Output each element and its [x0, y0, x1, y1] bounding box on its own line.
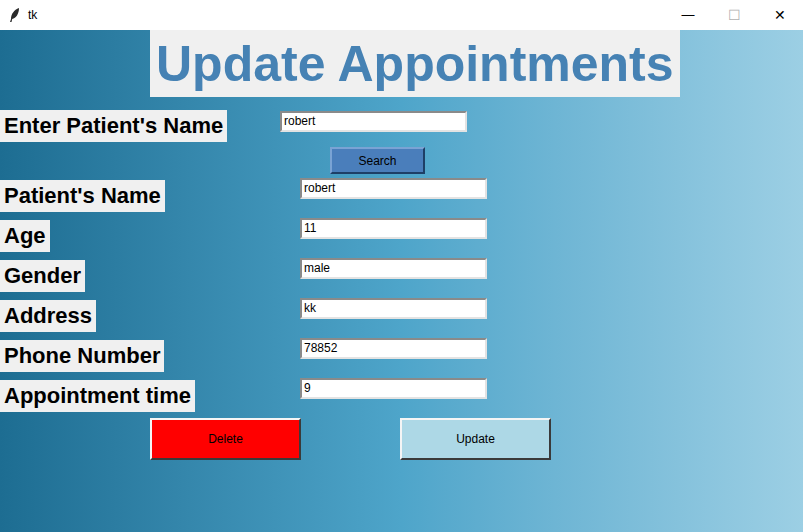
search-button[interactable]: Search	[330, 147, 425, 174]
field-row: Address kk	[0, 298, 803, 338]
delete-button[interactable]: Delete	[150, 418, 301, 460]
app-window: tk —☐✕ Update Appointments Enter Patient's …	[0, 0, 803, 532]
field-label: Address	[0, 300, 96, 332]
field-label: Appointment time	[0, 380, 195, 412]
field-row: Patient's Name robert	[0, 178, 803, 218]
window-title: tk	[28, 6, 37, 24]
field-label: Age	[0, 220, 50, 252]
search-input[interactable]: robert	[280, 111, 467, 132]
field-label: Enter Patient's Name	[0, 110, 227, 142]
field-input[interactable]: male	[300, 258, 487, 279]
field-row: Age 11	[0, 218, 803, 258]
field-label: Patient's Name	[0, 180, 165, 212]
field-row: Appointment time 9	[0, 378, 803, 418]
patient-fields: Patient's Name robert Age 11 Gender male Addre…	[0, 178, 803, 418]
title-bar: tk —☐✕	[0, 0, 803, 30]
feather-icon	[8, 7, 22, 23]
field-input[interactable]: robert	[300, 178, 487, 199]
search-row: Enter Patient's Name robert	[0, 110, 803, 142]
close-button[interactable]: ✕	[757, 0, 803, 30]
page-heading: Update Appointments	[150, 30, 680, 97]
field-row: Phone Number 78852	[0, 338, 803, 378]
background-photo: Update Appointments Enter Patient's Name r…	[0, 30, 803, 532]
field-label: Phone Number	[0, 340, 164, 372]
field-row: Gender male	[0, 258, 803, 298]
minimize-button[interactable]: —	[665, 0, 711, 30]
action-buttons: Delete Update	[0, 418, 803, 460]
field-label: Gender	[0, 260, 85, 292]
field-input[interactable]: kk	[300, 298, 487, 319]
maximize-button[interactable]: ☐	[711, 0, 757, 30]
field-input[interactable]: 78852	[300, 338, 487, 359]
field-input[interactable]: 11	[300, 218, 487, 239]
update-button[interactable]: Update	[400, 418, 551, 460]
field-input[interactable]: 9	[300, 378, 487, 399]
